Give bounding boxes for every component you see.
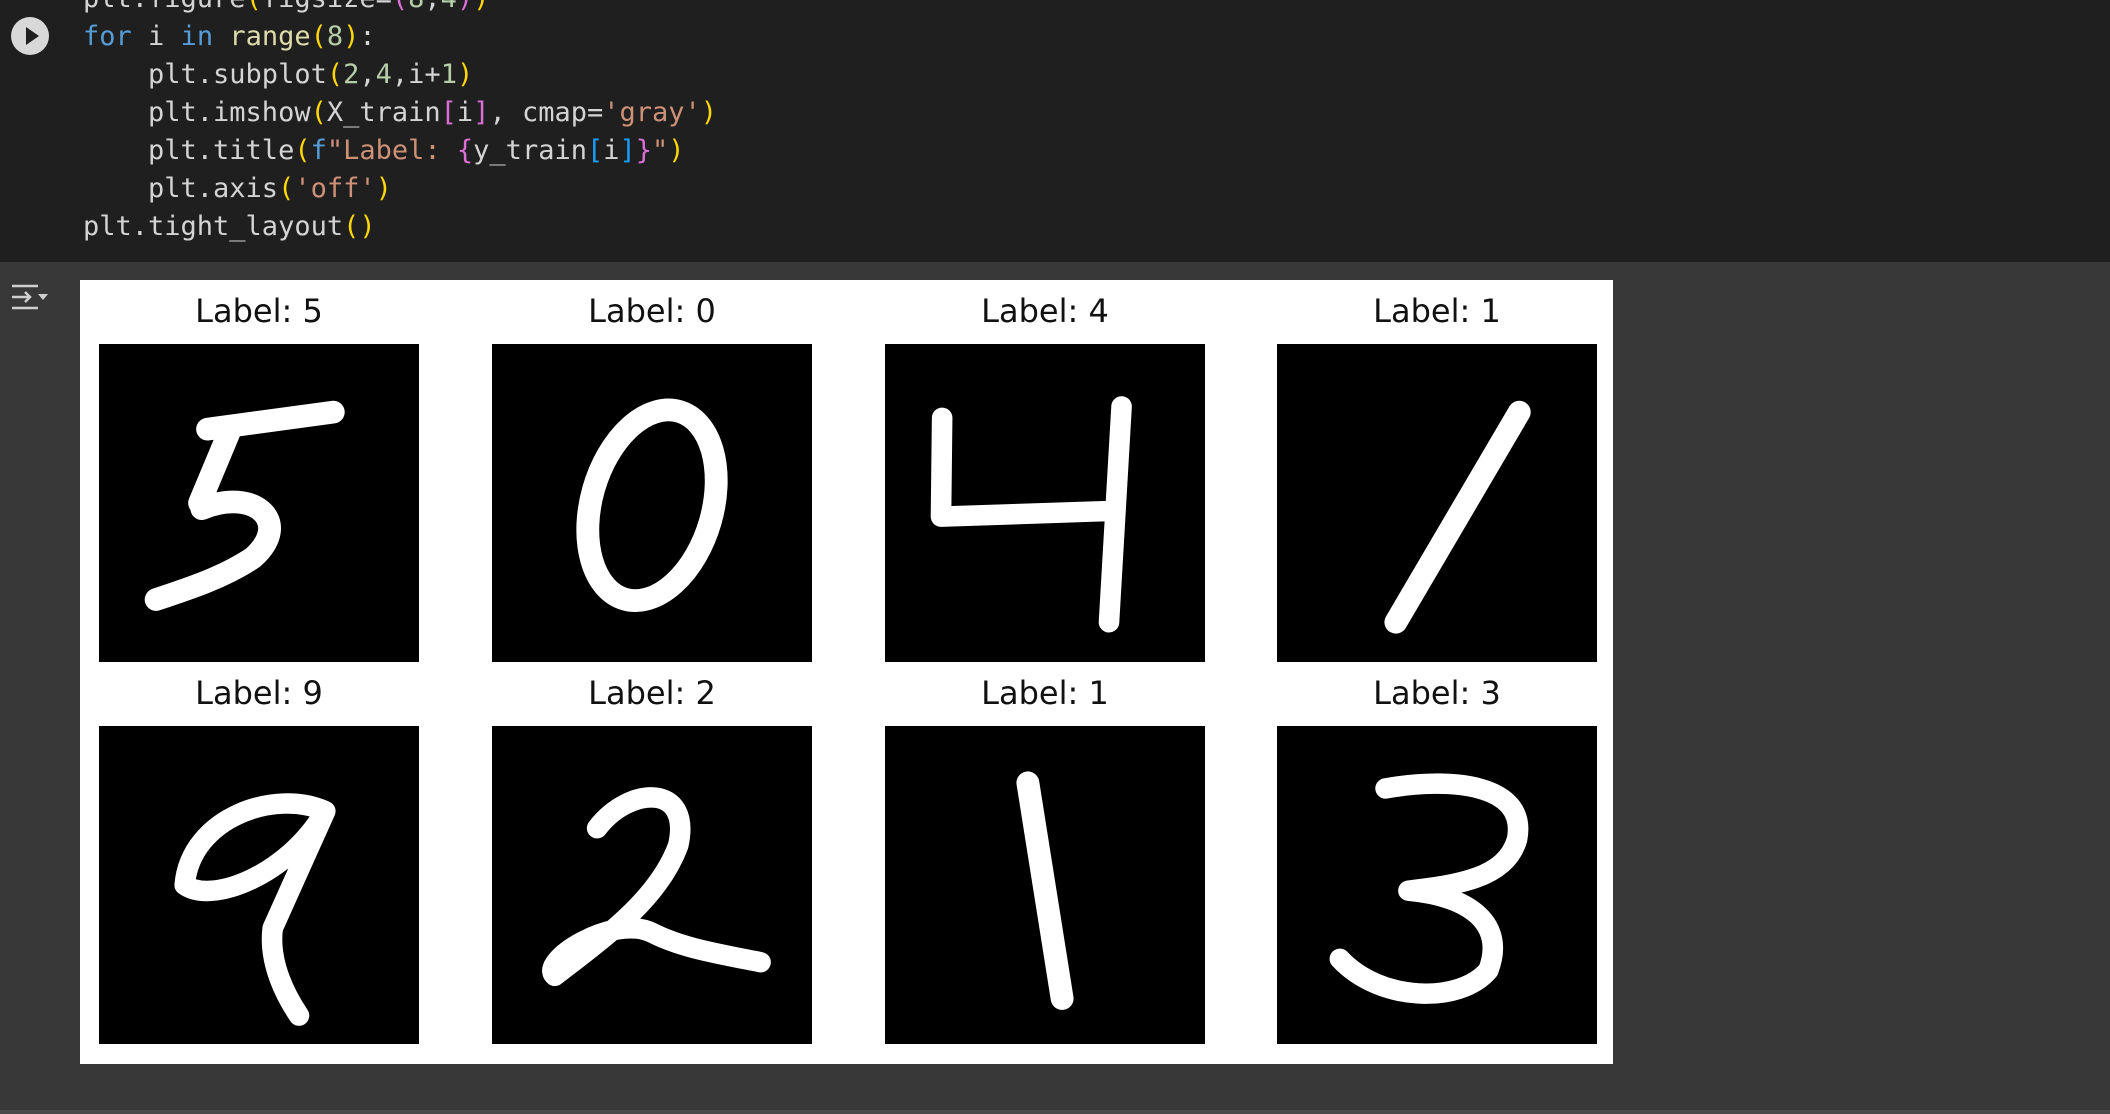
- subplot-title: Label: 9: [195, 674, 323, 712]
- code-cell[interactable]: plt.figure(figsize=(8,4)) for i in range(…: [0, 0, 2110, 262]
- play-icon[interactable]: [11, 17, 49, 55]
- digit-image-5: [99, 344, 419, 662]
- code-editor[interactable]: plt.figure(figsize=(8,4)) for i in range(…: [83, 0, 717, 246]
- digit-image-0: [492, 344, 812, 662]
- subplot-title: Label: 1: [981, 674, 1109, 712]
- subplot-title: Label: 3: [1373, 674, 1501, 712]
- subplot-title: Label: 2: [588, 674, 716, 712]
- digit-image-4: [885, 344, 1205, 662]
- code-line-4: plt.imshow(X_train[i], cmap='gray'): [83, 97, 718, 128]
- subplot-title: Label: 4: [981, 292, 1109, 330]
- code-line-3: plt.subplot(2,4,i+1): [83, 59, 474, 90]
- code-line-7: plt.tight_layout(): [83, 211, 376, 242]
- subplot-title: Label: 1: [1373, 292, 1501, 330]
- matplotlib-figure: Label: 5 Label: 0 Label: 4 Label: 1 Labe…: [80, 280, 1613, 1064]
- code-line-2: for i in range(8):: [83, 21, 376, 52]
- code-line-1: plt.figure(figsize=(8,4)): [83, 0, 717, 18]
- digit-image-1: [1277, 344, 1597, 662]
- digit-image-1: [885, 726, 1205, 1044]
- code-line-6: plt.axis('off'): [83, 173, 392, 204]
- subplot-title: Label: 0: [588, 292, 716, 330]
- code-line-5: plt.title(f"Label: {y_train[i]}"): [83, 135, 685, 166]
- cell-output: Label: 5 Label: 0 Label: 4 Label: 1 Labe…: [0, 262, 2110, 1110]
- cell-divider: [0, 1110, 2110, 1114]
- digit-image-3: [1277, 726, 1597, 1044]
- collapse-output-icon[interactable]: [10, 280, 50, 314]
- digit-image-9: [99, 726, 419, 1044]
- digit-image-2: [492, 726, 812, 1044]
- subplot-title: Label: 5: [195, 292, 323, 330]
